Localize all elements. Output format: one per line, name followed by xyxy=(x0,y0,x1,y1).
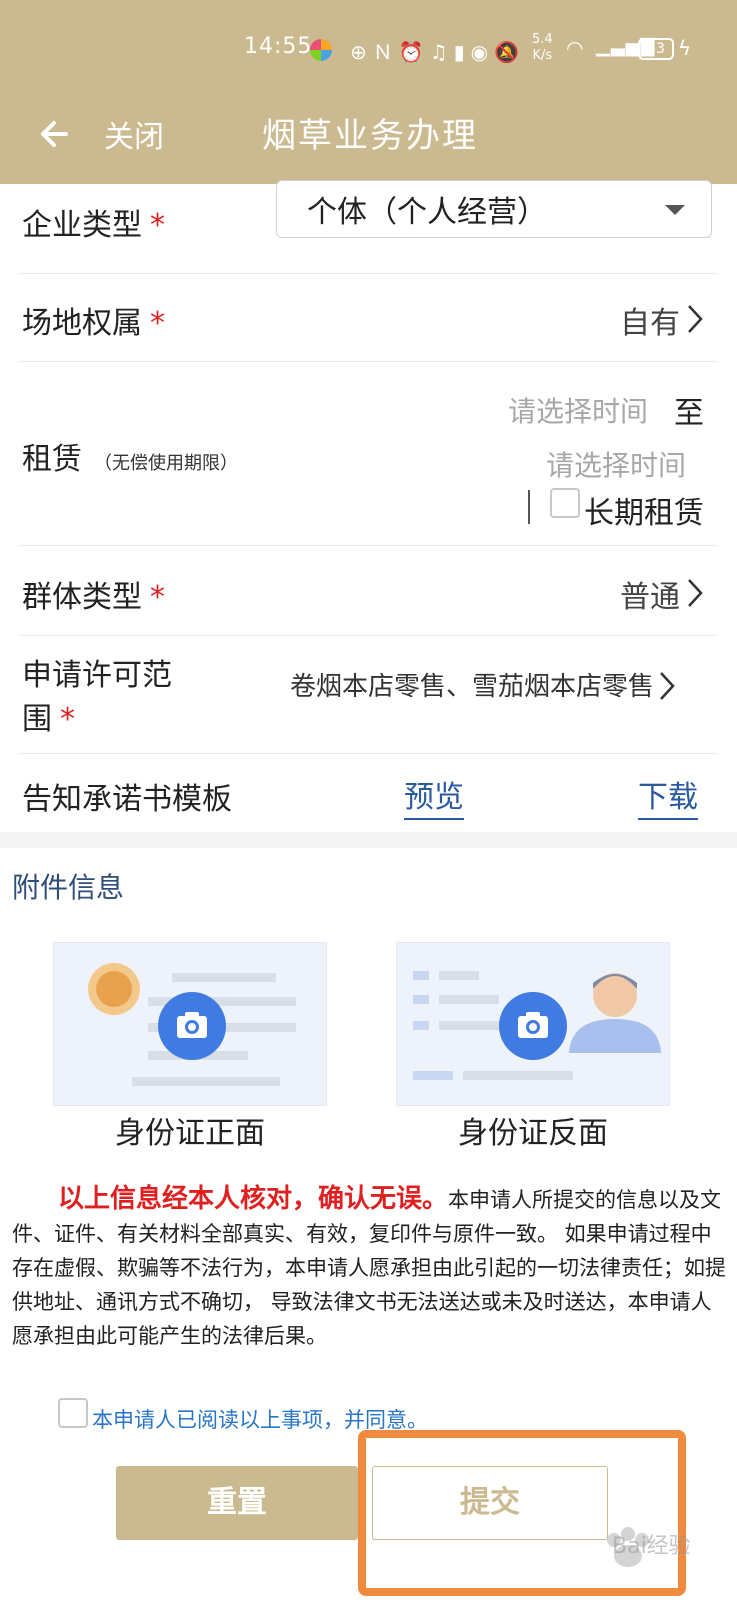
enterprise-type-select[interactable]: 个体（个人经营） xyxy=(276,180,712,238)
status-system-icons: ⊕Ｎ⏰♫▮◉🔕 xyxy=(350,40,525,64)
lease-to-label: 至 xyxy=(674,396,704,431)
declaration-notice: 以上信息经本人核对，确认无误。本申请人所提交的信息以及文件、证件、有关材料全部真… xyxy=(12,1182,726,1353)
watermark-text: Bai经验 xyxy=(612,1534,691,1559)
lease-start-input[interactable]: 请选择时间 xyxy=(508,390,648,430)
lease-row: 租赁 （无偿使用期限） 请选择时间 至 请选择时间 长期租赁 xyxy=(18,362,718,546)
site-ownership-row[interactable]: 场地权属 * 自有 xyxy=(18,274,718,362)
required-mark: * xyxy=(150,208,165,243)
id-back-label: 身份证反面 xyxy=(458,1116,608,1151)
long-term-lease-checkbox[interactable] xyxy=(550,488,580,518)
back-arrow-icon[interactable] xyxy=(36,114,76,154)
page-title: 烟草业务办理 xyxy=(262,116,478,156)
download-link[interactable]: 下载 xyxy=(638,772,698,820)
required-mark: * xyxy=(150,580,165,615)
app-notification-icon xyxy=(310,39,332,61)
agree-checkbox[interactable] xyxy=(58,1398,88,1428)
network-speed: 5.4 K/s xyxy=(532,32,553,63)
commitment-template-label: 告知承诺书模板 xyxy=(22,782,232,817)
nav-bar: 关闭 烟草业务办理 xyxy=(0,92,737,184)
declaration-strong: 以上信息经本人核对，确认无误。 xyxy=(58,1184,449,1214)
long-term-lease-label: 长期租赁 xyxy=(584,496,704,531)
battery-icon: 43 xyxy=(638,38,674,60)
group-type-label: 群体类型 * xyxy=(22,580,165,615)
chevron-right-icon xyxy=(688,305,703,333)
camera-icon xyxy=(499,992,567,1060)
status-bar: 14:55 ⊕Ｎ⏰♫▮◉🔕 5.4 K/s ◠ ▁▃▅▇ 43 ϟ xyxy=(0,0,737,92)
divider xyxy=(528,490,530,524)
lease-label: 租赁 （无偿使用期限） xyxy=(22,442,238,477)
enterprise-type-row: 企业类型 * 个体（个人经营） xyxy=(18,180,718,274)
lease-sub-label: （无偿使用期限） xyxy=(94,453,238,474)
license-scope-row[interactable]: 申请许可范围 * 卷烟本店零售、雪茄烟本店零售 xyxy=(18,636,718,754)
section-divider xyxy=(0,832,737,848)
commitment-template-row: 告知承诺书模板 预览 下载 xyxy=(18,754,718,832)
lease-end-input[interactable]: 请选择时间 xyxy=(546,444,686,484)
required-mark: * xyxy=(150,306,165,341)
required-mark: * xyxy=(60,702,75,737)
chevron-right-icon xyxy=(660,672,675,700)
enterprise-type-value: 个体（个人经营） xyxy=(307,195,547,230)
group-type-row[interactable]: 群体类型 * 普通 xyxy=(18,546,718,636)
id-front-label: 身份证正面 xyxy=(115,1116,265,1151)
enterprise-type-label: 企业类型 * xyxy=(22,208,165,243)
charging-icon: ϟ xyxy=(678,36,692,60)
site-ownership-value: 自有 xyxy=(620,306,680,341)
license-scope-value: 卷烟本店零售、雪茄烟本店零售 xyxy=(289,672,654,702)
id-back-upload[interactable] xyxy=(396,942,670,1106)
wifi-icon: ◠ xyxy=(566,36,584,60)
id-front-upload[interactable] xyxy=(53,942,327,1106)
dropdown-caret-icon xyxy=(665,205,685,215)
chevron-right-icon xyxy=(688,579,703,607)
status-time: 14:55 xyxy=(244,34,313,59)
camera-icon xyxy=(158,992,226,1060)
preview-link[interactable]: 预览 xyxy=(404,772,464,820)
site-ownership-label: 场地权属 * xyxy=(22,306,165,341)
attachments-section-title: 附件信息 xyxy=(12,871,125,904)
reset-button[interactable]: 重置 xyxy=(116,1466,358,1540)
close-button[interactable]: 关闭 xyxy=(104,112,164,156)
group-type-value: 普通 xyxy=(620,580,680,615)
license-scope-label: 申请许可范围 * xyxy=(22,658,172,737)
